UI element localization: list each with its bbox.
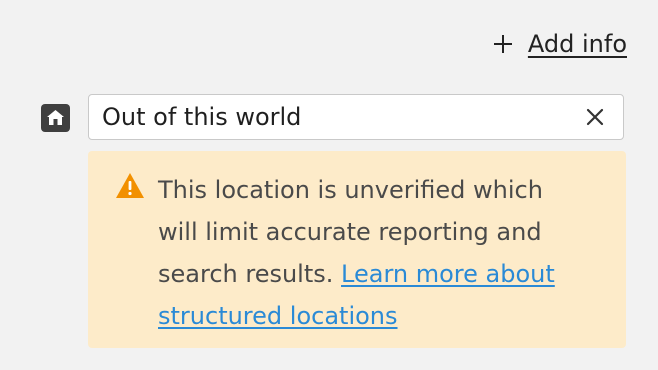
plus-icon: [492, 33, 514, 55]
home-icon: [41, 104, 70, 132]
location-field: [88, 94, 624, 140]
close-icon: [586, 108, 604, 126]
clear-location-button[interactable]: [573, 95, 617, 139]
add-info-button[interactable]: Add info: [492, 28, 627, 60]
add-info-label: Add info: [527, 30, 627, 58]
warning-message: This location is unverified which will l…: [158, 169, 558, 337]
location-input[interactable]: [89, 95, 573, 139]
warning-triangle-icon: [116, 173, 144, 198]
unverified-location-warning: This location is unverified which will l…: [88, 151, 626, 348]
